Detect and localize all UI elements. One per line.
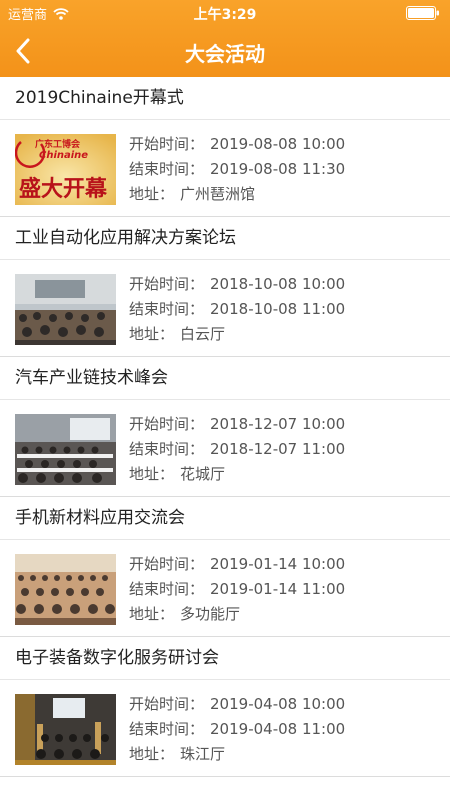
location: 多功能厅 <box>180 605 241 623</box>
nav-bar: 大会活动 <box>0 24 450 77</box>
start-time: 2018-12-07 10:00 <box>210 415 346 433</box>
location: 花城厅 <box>180 465 226 483</box>
event-title[interactable]: 汽车产业链技术峰会 <box>0 357 450 400</box>
event-list: 2019Chinaine开幕式 广东工博会 Chinaine 盛大开幕 开始时间… <box>0 77 450 777</box>
end-time: 2019-01-14 11:00 <box>210 580 346 598</box>
event-info: 开始时间： 2018-10-08 10:00 结束时间： 2018-10-08 11… <box>129 272 345 347</box>
event-title[interactable]: 2019Chinaine开幕式 <box>0 77 450 120</box>
end-label: 结束时间： <box>129 160 205 178</box>
location-label: 地址： <box>129 465 175 483</box>
end-time: 2018-12-07 11:00 <box>210 440 346 458</box>
start-label: 开始时间： <box>129 695 205 713</box>
event-thumbnail <box>15 414 116 485</box>
start-label: 开始时间： <box>129 135 205 153</box>
thumb-text-big: 盛大开幕 <box>19 176 108 202</box>
event-card[interactable]: 开始时间： 2018-12-07 10:00 结束时间： 2018-12-07 11… <box>0 400 450 497</box>
status-bar: 运营商 上午3:29 <box>0 0 450 24</box>
battery-icon <box>406 6 440 20</box>
event-card[interactable]: 开始时间： 2019-04-08 10:00 结束时间： 2019-04-08 11… <box>0 680 450 777</box>
end-label: 结束时间： <box>129 580 205 598</box>
event-title[interactable]: 电子装备数字化服务研讨会 <box>0 637 450 680</box>
start-time: 2019-04-08 10:00 <box>210 695 346 713</box>
event-thumbnail <box>15 554 116 625</box>
location: 白云厅 <box>180 325 226 343</box>
event-thumbnail <box>15 274 116 345</box>
end-label: 结束时间： <box>129 440 205 458</box>
location: 广州琶洲馆 <box>180 185 256 203</box>
start-label: 开始时间： <box>129 555 205 573</box>
location-label: 地址： <box>129 745 175 763</box>
event-info: 开始时间： 2019-04-08 10:00 结束时间： 2019-04-08 11… <box>129 692 345 767</box>
event-card[interactable]: 广东工博会 Chinaine 盛大开幕 开始时间： 2019-08-08 10:0… <box>0 120 450 217</box>
end-time: 2019-08-08 11:30 <box>210 160 346 178</box>
event-title[interactable]: 工业自动化应用解决方案论坛 <box>0 217 450 260</box>
page-title: 大会活动 <box>185 42 265 66</box>
start-time: 2018-10-08 10:00 <box>210 275 346 293</box>
location-label: 地址： <box>129 185 175 203</box>
start-label: 开始时间： <box>129 415 205 433</box>
end-label: 结束时间： <box>129 300 205 318</box>
start-time: 2019-08-08 10:00 <box>210 135 346 153</box>
end-label: 结束时间： <box>129 720 205 738</box>
thumb-text-mid: Chinaine <box>39 150 88 161</box>
event-info: 开始时间： 2019-01-14 10:00 结束时间： 2019-01-14 11… <box>129 552 345 627</box>
end-time: 2018-10-08 11:00 <box>210 300 346 318</box>
event-info: 开始时间： 2019-08-08 10:00 结束时间： 2019-08-08 11… <box>129 132 345 207</box>
event-card[interactable]: 开始时间： 2019-01-14 10:00 结束时间： 2019-01-14 11… <box>0 540 450 637</box>
start-label: 开始时间： <box>129 275 205 293</box>
start-time: 2019-01-14 10:00 <box>210 555 346 573</box>
app-header: 运营商 上午3:29 大会活动 <box>0 0 450 77</box>
event-title[interactable]: 手机新材料应用交流会 <box>0 497 450 540</box>
location: 珠江厅 <box>180 745 226 763</box>
status-time: 上午3:29 <box>193 7 257 23</box>
location-label: 地址： <box>129 605 175 623</box>
end-time: 2019-04-08 11:00 <box>210 720 346 738</box>
event-card[interactable]: 开始时间： 2018-10-08 10:00 结束时间： 2018-10-08 11… <box>0 260 450 357</box>
event-thumbnail <box>15 694 116 765</box>
event-info: 开始时间： 2018-12-07 10:00 结束时间： 2018-12-07 11… <box>129 412 345 487</box>
thumb-text-top: 广东工博会 <box>35 138 81 150</box>
location-label: 地址： <box>129 325 175 343</box>
event-thumbnail: 广东工博会 Chinaine 盛大开幕 <box>15 134 116 205</box>
